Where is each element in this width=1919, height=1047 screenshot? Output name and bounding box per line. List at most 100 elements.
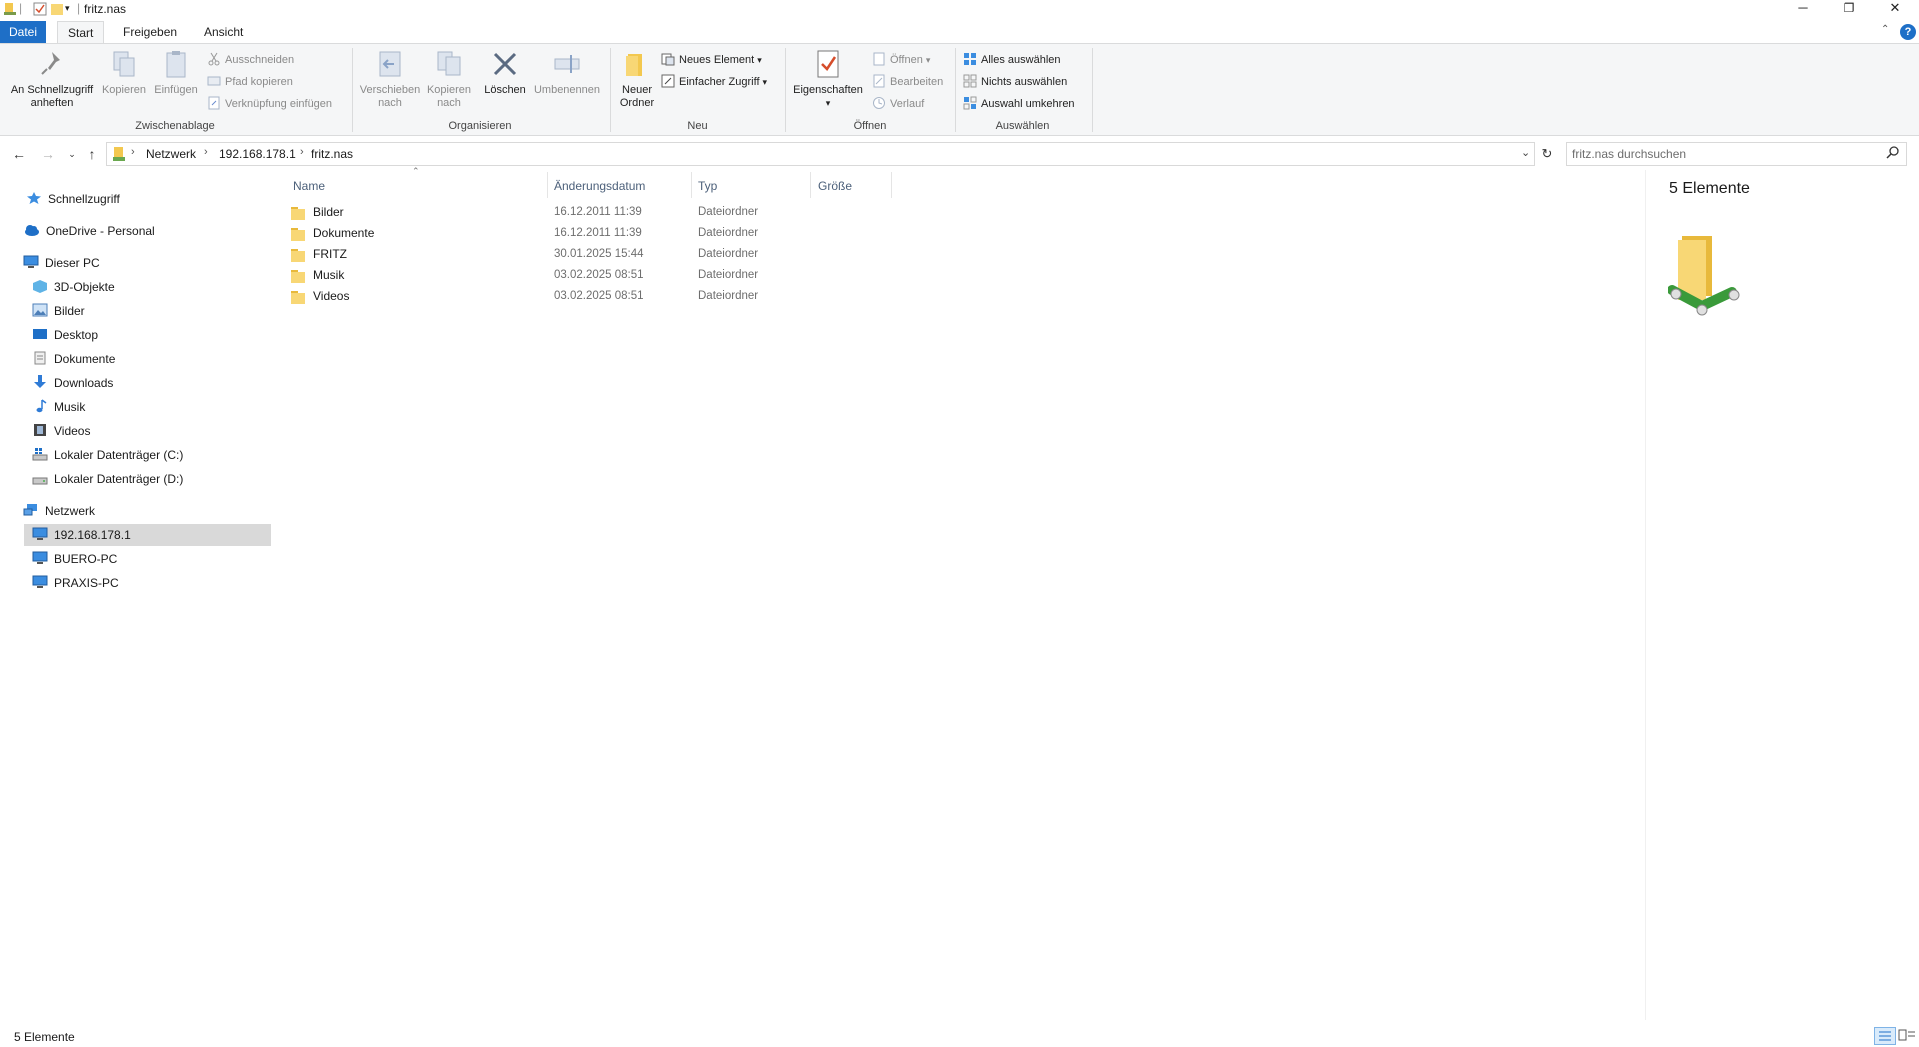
column-divider[interactable] <box>691 172 692 198</box>
nav-item-videos[interactable]: Videos <box>32 420 90 442</box>
details-count: 5 Elemente <box>1669 180 1750 197</box>
scissors-icon <box>207 52 221 66</box>
new-folder-label-1: Neuer <box>622 84 652 96</box>
select-none-button[interactable]: Nichts auswählen <box>963 73 1067 91</box>
nav-item-drive-d[interactable]: Lokaler Datenträger (D:) <box>32 468 183 490</box>
restore-button[interactable]: ❐ <box>1826 0 1872 18</box>
qa-separator: | <box>77 1 81 15</box>
nav-item-documents[interactable]: Dokumente <box>32 348 115 370</box>
invert-selection-button[interactable]: Auswahl umkehren <box>963 95 1075 113</box>
properties-icon[interactable] <box>33 2 47 19</box>
tab-ansicht[interactable]: Ansicht <box>194 21 253 43</box>
nav-item-drive-c[interactable]: Lokaler Datenträger (C:) <box>32 444 183 466</box>
new-folder-button[interactable]: Neuer Ordner <box>613 48 661 110</box>
back-arrow-icon[interactable]: ← <box>9 144 29 164</box>
navigation-pane: Schnellzugriff OneDrive - Personal Diese… <box>0 170 275 1020</box>
nav-item-this-pc[interactable]: Dieser PC <box>23 252 100 274</box>
file-row[interactable]: FRITZ 30.01.2025 15:44 Dateiordner <box>291 244 1291 265</box>
details-view-icon[interactable] <box>1874 1027 1896 1045</box>
column-divider[interactable] <box>891 172 892 198</box>
nav-item-pictures[interactable]: Bilder <box>32 300 85 322</box>
copy-to-button[interactable]: Kopieren nach <box>424 48 474 110</box>
properties-button[interactable]: Eigenschaften ▾ <box>790 48 866 110</box>
nav-item-desktop[interactable]: Desktop <box>32 324 98 346</box>
edit-button[interactable]: Bearbeiten <box>872 73 943 91</box>
invert-selection-icon <box>963 96 977 110</box>
paste-button[interactable]: Einfügen <box>150 48 202 97</box>
column-header-size[interactable]: Größe <box>818 176 852 196</box>
delete-button[interactable]: Löschen <box>480 48 530 97</box>
easy-access-button[interactable]: Einfacher Zugriff ▾ <box>661 73 767 91</box>
address-dropdown-icon[interactable]: ⌄ <box>1521 146 1530 159</box>
nav-item-192-168-178-1[interactable]: 192.168.178.1 <box>24 524 271 546</box>
history-button[interactable]: Verlauf <box>872 95 924 113</box>
nav-item-3d-objects[interactable]: 3D-Objekte <box>32 276 115 298</box>
up-arrow-icon[interactable]: ↑ <box>82 144 102 164</box>
minimize-button[interactable]: ─ <box>1780 0 1826 18</box>
column-divider[interactable] <box>810 172 811 198</box>
new-folder-icon[interactable] <box>50 2 64 19</box>
nav-item-network[interactable]: Netzwerk <box>23 500 95 522</box>
nav-item-quick-access[interactable]: Schnellzugriff <box>26 188 120 210</box>
address-bar[interactable]: › Netzwerk › 192.168.178.1 › fritz.nas ⌄ <box>106 142 1535 166</box>
breadcrumb-separator-icon[interactable]: › <box>204 146 208 158</box>
select-all-label: Alles auswählen <box>981 54 1061 66</box>
move-to-button[interactable]: Verschieben nach <box>357 48 423 110</box>
nav-label: Schnellzugriff <box>48 192 120 206</box>
search-icon[interactable] <box>1885 145 1901 164</box>
column-divider[interactable] <box>547 172 548 198</box>
new-item-button[interactable]: Neues Element ▾ <box>661 51 762 69</box>
file-row[interactable]: Bilder 16.12.2011 11:39 Dateiordner <box>291 202 1291 223</box>
ribbon-divider <box>610 48 611 132</box>
qa-dropdown-icon[interactable]: ▾ <box>65 3 70 14</box>
forward-arrow-icon[interactable]: → <box>38 144 58 164</box>
search-box[interactable]: fritz.nas durchsuchen <box>1566 142 1907 166</box>
tab-start[interactable]: Start <box>57 21 105 44</box>
select-all-button[interactable]: Alles auswählen <box>963 51 1061 69</box>
collapse-ribbon-icon[interactable]: ⌃ <box>1881 24 1889 35</box>
open-button[interactable]: Öffnen ▾ <box>872 51 930 69</box>
nav-item-music[interactable]: Musik <box>32 396 85 418</box>
cut-button[interactable]: Ausschneiden <box>207 51 294 69</box>
desktop-icon <box>32 326 48 340</box>
tab-freigeben[interactable]: Freigeben <box>113 21 187 43</box>
refresh-icon[interactable]: ↻ <box>1537 144 1557 164</box>
breadcrumb-fritz-nas[interactable]: fritz.nas <box>311 147 353 161</box>
copy-button[interactable]: Kopieren <box>99 48 149 97</box>
move-to-label-2: nach <box>378 97 402 109</box>
help-icon[interactable]: ? <box>1900 24 1916 40</box>
nav-label: Musik <box>54 400 86 414</box>
copy-path-button[interactable]: Pfad kopieren <box>207 73 293 91</box>
tab-datei[interactable]: Datei <box>0 21 46 43</box>
column-header-date[interactable]: Änderungsdatum <box>554 176 645 196</box>
pin-quick-access-button[interactable]: An Schnellzugriff anheften <box>6 48 98 110</box>
new-folder-icon <box>621 48 653 80</box>
nav-item-downloads[interactable]: Downloads <box>32 372 113 394</box>
breadcrumb-netzwerk[interactable]: Netzwerk <box>146 147 196 161</box>
nav-item-onedrive[interactable]: OneDrive - Personal <box>24 220 155 242</box>
file-name: Bilder <box>313 205 344 219</box>
history-icon <box>872 96 886 110</box>
paste-shortcut-button[interactable]: Verknüpfung einfügen <box>207 95 332 113</box>
close-button[interactable]: ✕ <box>1872 0 1918 18</box>
title-bar: | ▾ | fritz.nas ─ ❐ ✕ <box>0 0 1919 18</box>
column-header-name[interactable]: Name <box>293 176 325 196</box>
breadcrumb-ip[interactable]: 192.168.178.1 <box>219 147 296 161</box>
breadcrumb-separator-icon[interactable]: › <box>300 146 304 158</box>
column-header-type[interactable]: Typ <box>698 176 717 196</box>
recent-locations-chevron-icon[interactable]: ⌄ <box>62 144 82 164</box>
nav-label: PRAXIS-PC <box>54 576 119 590</box>
nav-item-praxis-pc[interactable]: PRAXIS-PC <box>32 572 119 594</box>
rename-button[interactable]: Umbenennen <box>532 48 602 97</box>
computer-monitor-icon <box>32 574 48 588</box>
properties-check-icon <box>812 48 844 80</box>
file-row[interactable]: Musik 03.02.2025 08:51 Dateiordner <box>291 265 1291 286</box>
large-icons-view-icon[interactable] <box>1898 1028 1916 1042</box>
breadcrumb-separator-icon[interactable]: › <box>131 146 135 158</box>
nav-label: Dokumente <box>54 352 116 366</box>
file-row[interactable]: Dokumente 16.12.2011 11:39 Dateiordner <box>291 223 1291 244</box>
nav-label: Bilder <box>54 304 85 318</box>
nav-item-buero-pc[interactable]: BUERO-PC <box>32 548 117 570</box>
new-item-label: Neues Element <box>679 54 755 66</box>
file-row[interactable]: Videos 03.02.2025 08:51 Dateiordner <box>291 286 1291 307</box>
